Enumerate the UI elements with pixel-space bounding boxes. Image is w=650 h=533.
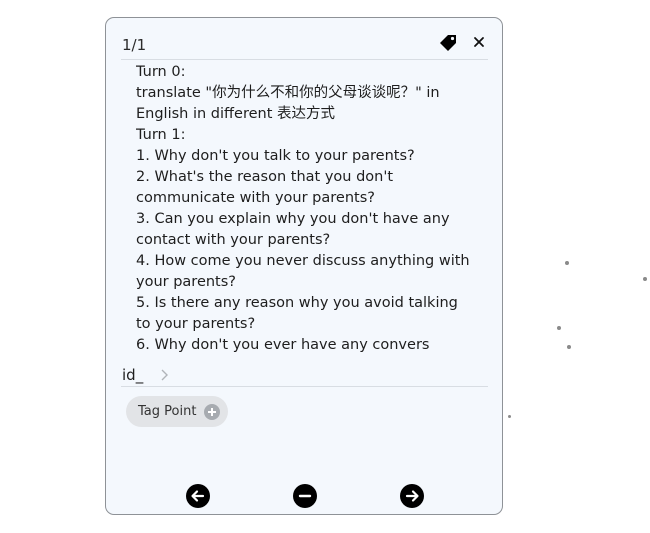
arrow-right-icon — [405, 490, 419, 502]
stray-dot — [557, 326, 561, 330]
stray-dot — [643, 277, 647, 281]
text-line: 2. What's the reason that you don't comm… — [136, 169, 394, 206]
text-line: 1. Why don't you talk to your parents? — [136, 148, 415, 164]
text-line: 3. Can you explain why you don't have an… — [136, 211, 450, 248]
text-line: translate "你为什么不和你的父母谈谈呢？" in English in… — [136, 85, 440, 122]
previous-button[interactable] — [186, 484, 210, 508]
text-line: 6. Why don't you ever have any convers — [136, 337, 430, 353]
text-line: Turn 0: — [136, 64, 186, 80]
id-label: id_ — [122, 366, 144, 384]
text-line: Turn 1: — [136, 127, 186, 143]
text-line: 5. Is there any reason why you avoid tal… — [136, 295, 458, 332]
tag-point-label: Tag Point — [138, 404, 197, 419]
conversation-text: Turn 0: translate "你为什么不和你的父母谈谈呢？" in En… — [136, 62, 476, 354]
arrow-left-icon — [191, 490, 205, 502]
minus-icon — [298, 494, 312, 498]
next-button[interactable] — [400, 484, 424, 508]
tag-icon[interactable] — [439, 34, 459, 52]
plus-icon — [204, 403, 221, 420]
annotation-card: 1/1 Turn 0: translate "你为什么不和你的父母谈谈呢？" i… — [105, 17, 503, 515]
text-line: 4. How come you never discuss anything w… — [136, 253, 470, 290]
id-row: id_ — [121, 364, 488, 387]
stray-dot — [508, 415, 511, 418]
stray-dot — [567, 345, 571, 349]
close-icon[interactable] — [472, 35, 486, 49]
stray-dot — [565, 261, 569, 265]
item-counter: 1/1 — [122, 36, 147, 54]
tag-point-button[interactable]: Tag Point — [126, 396, 229, 427]
card-header: 1/1 — [121, 18, 488, 60]
remove-button[interactable] — [293, 484, 317, 508]
chevron-right-icon[interactable] — [160, 369, 169, 381]
